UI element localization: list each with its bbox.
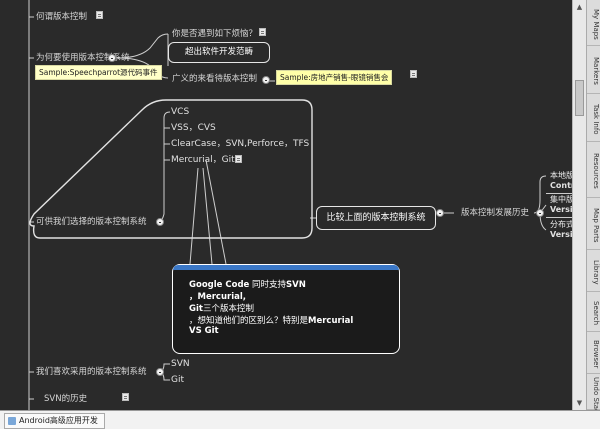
node-mercurial-git[interactable]: Mercurial，Git <box>171 156 235 165</box>
note-icon[interactable] <box>122 393 129 401</box>
node-clearcase[interactable]: ClearCase，SVN,Perforce，TFS <box>171 140 309 149</box>
scroll-down-icon[interactable]: ▼ <box>575 398 584 408</box>
collapse-icon[interactable] <box>156 368 164 376</box>
tab-markers[interactable]: Markers <box>587 46 600 94</box>
tag-sample-speechparrot[interactable]: Sample:Speechparrot源代码事件 <box>35 65 162 80</box>
node-what-is-vc[interactable]: 何谓版本控制 <box>36 13 87 22</box>
node-vss-cvs[interactable]: VSS，CVS <box>171 124 216 133</box>
node-broad-meaning[interactable]: 广义的来看待版本控制 <box>172 75 257 84</box>
callout-line-2: ，Mercurial, <box>189 292 246 302</box>
callout-line-3: Git三个版本控制 <box>189 304 254 314</box>
node-local-vc-cont: Contr <box>550 181 572 190</box>
callout-line-4: ，想知道他们的区别么？特别是Mercurial <box>189 316 354 326</box>
tab-library[interactable]: Library <box>587 250 600 292</box>
node-have-you-met[interactable]: 你是否遇到如下烦恼？ <box>172 30 257 39</box>
node-svn[interactable]: SVN <box>171 360 190 369</box>
tab-my-maps[interactable]: My Maps <box>587 0 600 46</box>
note-icon[interactable] <box>96 11 103 19</box>
taskbar-item-app[interactable]: Android高级应用开发 <box>4 413 105 429</box>
taskbar: Android高级应用开发 <box>0 410 600 429</box>
node-local-vc[interactable]: 本地版 <box>550 172 572 180</box>
vertical-scrollbar[interactable]: ▲ ▼ <box>572 0 586 410</box>
callout-line-5: VS Git <box>189 326 219 336</box>
scroll-up-icon[interactable]: ▲ <box>575 2 584 12</box>
collapse-icon[interactable] <box>536 209 544 217</box>
tab-map-parts[interactable]: Map Parts <box>587 198 600 250</box>
node-beyond-scope[interactable]: 超出软件开发范畴 <box>168 42 270 63</box>
node-svn-history[interactable]: SVN的历史 <box>44 395 87 404</box>
callout-line-1: Google Code 同时支持SVN <box>189 280 306 290</box>
node-central-vc[interactable]: 集中版 <box>550 196 572 204</box>
node-central-vc-cont: Versic <box>550 205 572 214</box>
node-we-like[interactable]: 我们喜欢采用的版本控制系统 <box>36 368 147 377</box>
note-icon[interactable] <box>235 155 242 163</box>
node-available-vcs[interactable]: 可供我们选择的版本控制系统 <box>36 218 147 227</box>
node-beyond-scope-label: 超出软件开发范畴 <box>184 47 253 57</box>
node-git[interactable]: Git <box>171 376 184 385</box>
note-icon[interactable] <box>410 70 417 78</box>
tab-undo-stack[interactable]: Undo Stack <box>587 374 600 410</box>
node-compare[interactable]: 比较上面的版本控制系统 <box>316 206 436 230</box>
node-evolution[interactable]: 版本控制发展历史 <box>461 209 529 218</box>
tab-task-info[interactable]: Task Info <box>587 94 600 142</box>
callout-popup[interactable]: Google Code 同时支持SVN ，Mercurial, Git三个版本控… <box>172 264 400 354</box>
node-distributed-vc-cont: Versic <box>550 230 572 239</box>
scroll-thumb[interactable] <box>575 80 584 116</box>
node-distributed-vc[interactable]: 分布式 <box>550 221 572 229</box>
collapse-icon[interactable] <box>436 209 444 217</box>
tag-sample-realestate[interactable]: Sample:房地产销售-眼镜销售会 <box>276 70 393 85</box>
collapse-icon[interactable] <box>156 218 164 226</box>
side-panel-tabs: My Maps Markers Task Info Resources Map … <box>586 0 600 410</box>
tab-browser[interactable]: Browser <box>587 332 600 374</box>
collapse-icon[interactable] <box>108 54 116 62</box>
history-subnodes: 本地版 Contr 集中版 Versic 分布式 Versic <box>546 171 572 255</box>
tab-resources[interactable]: Resources <box>587 142 600 198</box>
mind-map-canvas[interactable]: 何谓版本控制 为何要使用版本控制系统 Sample:Speechparrot源代… <box>0 0 572 410</box>
tab-search[interactable]: Search <box>587 292 600 332</box>
collapse-icon[interactable] <box>262 76 270 84</box>
node-compare-label: 比较上面的版本控制系统 <box>326 213 426 223</box>
callout-title-bar <box>173 265 399 270</box>
node-vcs[interactable]: VCS <box>171 108 189 117</box>
note-icon[interactable] <box>259 28 266 36</box>
